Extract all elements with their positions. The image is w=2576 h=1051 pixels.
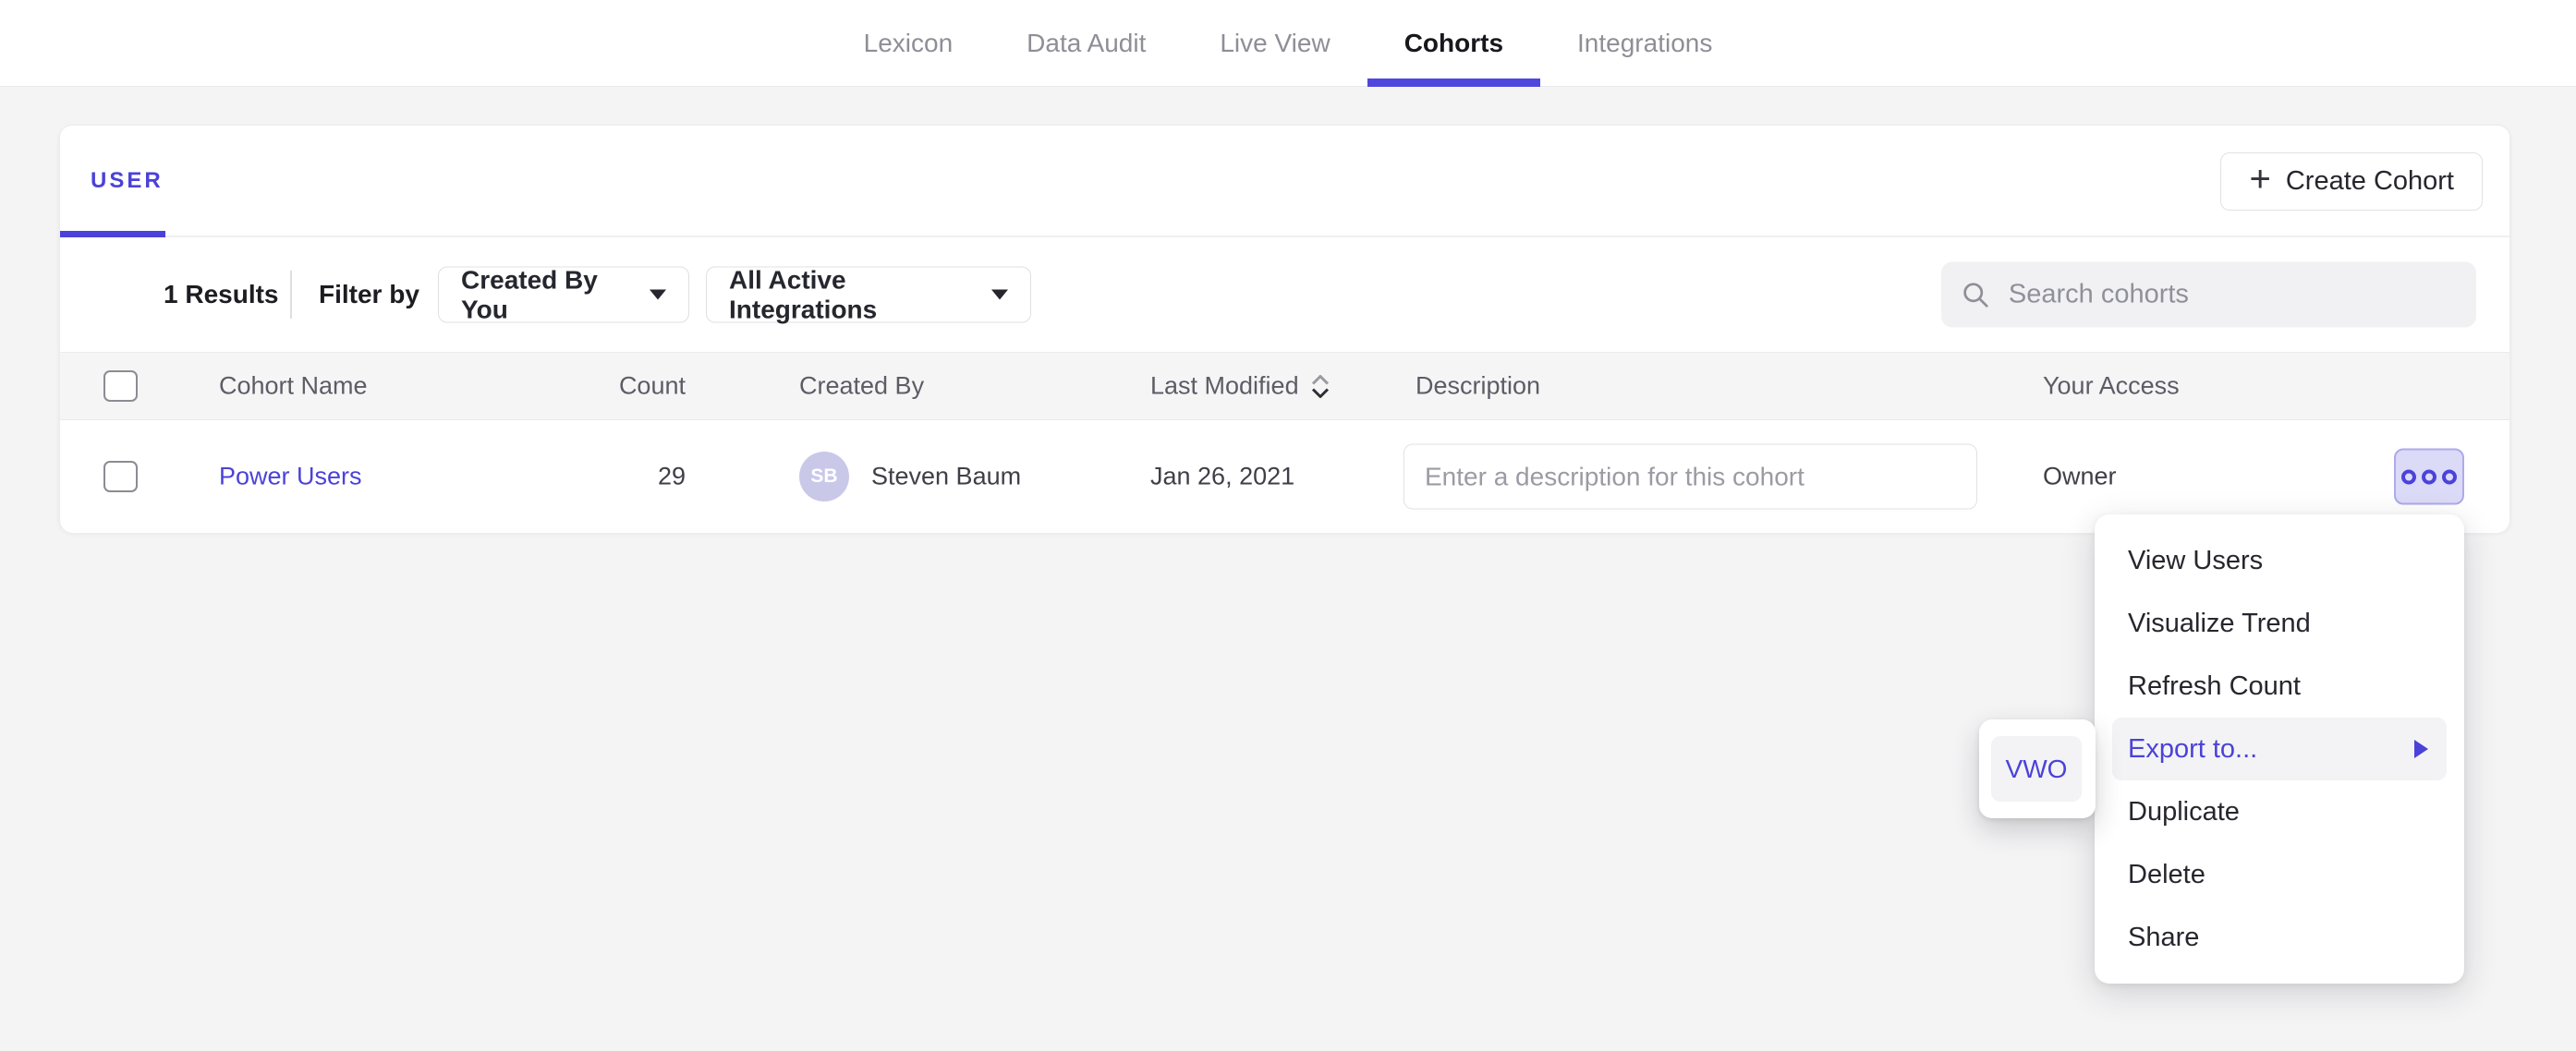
row-checkbox[interactable]	[103, 461, 138, 492]
plus-icon	[2249, 164, 2270, 199]
cohorts-card: USER Create Cohort 1 Results Filter by C…	[59, 125, 2510, 532]
nav-tab-label: Live View	[1220, 29, 1330, 58]
cohort-count: 29	[501, 463, 686, 491]
top-navigation: Lexicon Data Audit Live View Cohorts Int…	[0, 0, 2576, 87]
nav-tab-label: Integrations	[1577, 29, 1712, 58]
row-actions-context-menu: View Users Visualize Trend Refresh Count…	[2095, 514, 2464, 984]
created-by-filter-value: Created By You	[461, 265, 633, 324]
header-cohort-name: Cohort Name	[219, 372, 368, 401]
search-box	[1941, 262, 2476, 328]
nav-tab-integrations[interactable]: Integrations	[1540, 0, 1749, 86]
menu-item-share[interactable]: Share	[2095, 906, 2464, 969]
tab-user[interactable]: USER	[91, 168, 164, 194]
menu-item-delete[interactable]: Delete	[2095, 843, 2464, 906]
created-by-value: Steven Baum	[871, 463, 1021, 491]
nav-tab-cohorts[interactable]: Cohorts	[1367, 0, 1540, 86]
cohorts-page: Lexicon Data Audit Live View Cohorts Int…	[0, 0, 2576, 1051]
create-cohort-label: Create Cohort	[2286, 166, 2454, 197]
chevron-down-icon	[650, 290, 666, 300]
select-all-checkbox[interactable]	[103, 370, 138, 402]
integrations-filter-dropdown[interactable]: All Active Integrations	[706, 267, 1031, 323]
description-input[interactable]	[1403, 444, 1977, 510]
divider	[290, 271, 292, 319]
filter-toolbar: 1 Results Filter by Created By You All A…	[60, 237, 2509, 352]
created-by-filter-dropdown[interactable]: Created By You	[438, 267, 689, 323]
menu-item-view-users[interactable]: View Users	[2095, 529, 2464, 592]
cohort-table-header: Cohort Name Count Created By Last Modifi…	[60, 352, 2509, 420]
create-cohort-button[interactable]: Create Cohort	[2220, 152, 2483, 211]
menu-item-export-label: Export to...	[2128, 734, 2257, 765]
header-last-modified[interactable]: Last Modified	[1150, 372, 1331, 401]
row-actions-menu-button[interactable]	[2394, 449, 2464, 505]
user-tab-indicator	[60, 231, 165, 237]
cohort-type-tabs: USER Create Cohort	[60, 126, 2509, 237]
nav-tab-label: Data Audit	[1027, 29, 1146, 58]
results-count: 1 Results	[164, 280, 279, 309]
menu-item-refresh-count[interactable]: Refresh Count	[2095, 655, 2464, 718]
nav-tab-label: Lexicon	[864, 29, 954, 58]
access-value: Owner	[2043, 463, 2117, 491]
ellipsis-dot-icon	[2422, 469, 2436, 484]
chevron-down-icon	[991, 290, 1008, 300]
submenu-item-vwo[interactable]: VWO	[1991, 736, 2082, 802]
ellipsis-dot-icon	[2442, 469, 2457, 484]
export-submenu: VWO	[1979, 719, 2096, 818]
integrations-filter-value: All Active Integrations	[729, 265, 975, 324]
nav-tabs: Lexicon Data Audit Live View Cohorts Int…	[827, 0, 1750, 86]
header-created-by: Created By	[799, 372, 924, 401]
search-input[interactable]	[2007, 279, 2456, 311]
nav-tab-live-view[interactable]: Live View	[1183, 0, 1367, 86]
ellipsis-dot-icon	[2401, 469, 2416, 484]
nav-tab-label: Cohorts	[1404, 29, 1503, 58]
active-tab-indicator	[1367, 79, 1540, 87]
last-modified-value: Jan 26, 2021	[1150, 463, 1294, 491]
cohort-name-link[interactable]: Power Users	[219, 463, 362, 491]
header-description: Description	[1416, 372, 1540, 401]
avatar: SB	[799, 452, 849, 501]
submenu-arrow-icon	[2414, 740, 2428, 758]
nav-tab-data-audit[interactable]: Data Audit	[990, 0, 1183, 86]
header-your-access: Your Access	[2043, 372, 2180, 401]
header-last-modified-label: Last Modified	[1150, 372, 1299, 401]
search-icon	[1962, 279, 1990, 310]
menu-item-duplicate[interactable]: Duplicate	[2095, 780, 2464, 843]
menu-item-export-to[interactable]: Export to...	[2112, 718, 2447, 780]
header-count: Count	[501, 372, 686, 401]
menu-item-visualize-trend[interactable]: Visualize Trend	[2095, 592, 2464, 655]
sort-icon	[1310, 373, 1331, 399]
nav-tab-lexicon[interactable]: Lexicon	[827, 0, 990, 86]
filter-by-label: Filter by	[319, 280, 419, 309]
